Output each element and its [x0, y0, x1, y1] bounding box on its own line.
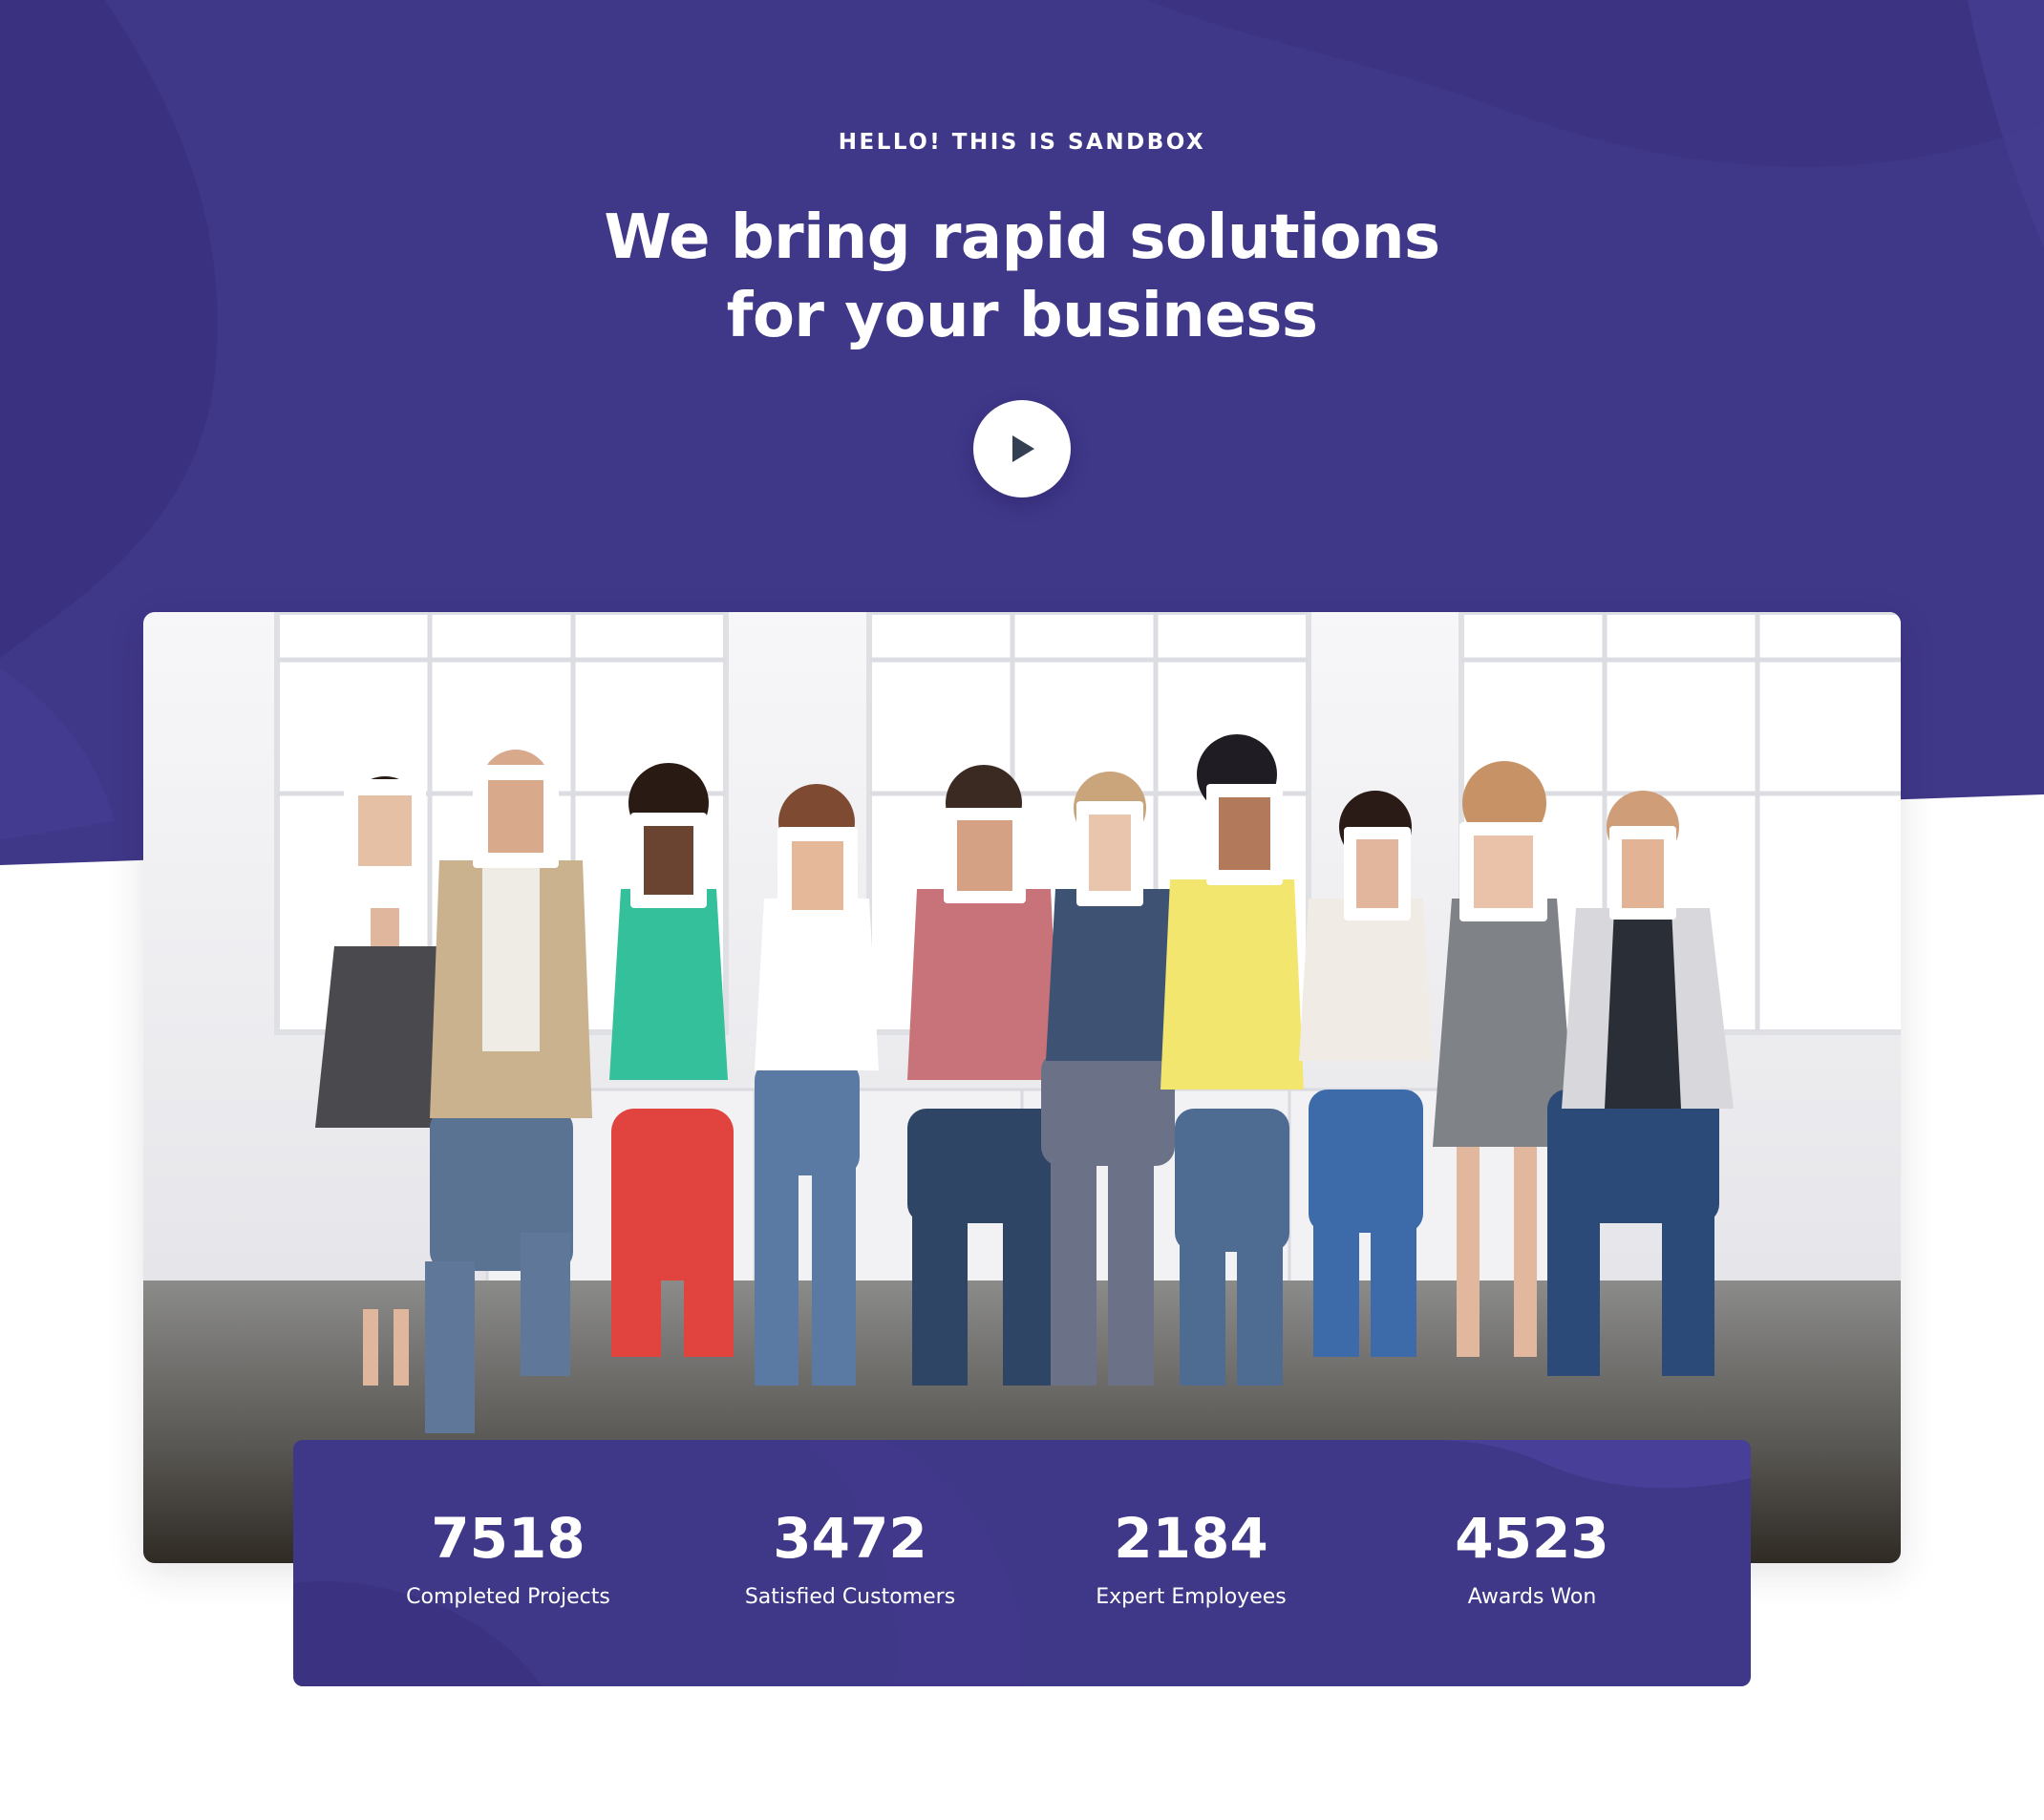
hero-eyebrow: HELLO! THIS IS SANDBOX [838, 130, 1206, 155]
team-photo [143, 612, 1901, 1563]
stat-value: 3472 [773, 1506, 927, 1571]
headline-line-1: We bring rapid solutions [604, 202, 1440, 273]
stat-value: 7518 [431, 1506, 586, 1571]
play-video-button[interactable] [973, 400, 1071, 497]
stat-label: Awards Won [1467, 1585, 1597, 1609]
stat-label: Completed Projects [406, 1585, 610, 1609]
team-photo-illustration [143, 612, 1901, 1563]
hero-headline: We bring rapid solutions for your busine… [449, 199, 1595, 355]
stat-value: 2184 [1114, 1506, 1268, 1571]
stat-value: 4523 [1455, 1506, 1609, 1571]
stat-label: Expert Employees [1096, 1585, 1287, 1609]
stats-panel: 7518 Completed Projects 3472 Satisfied C… [293, 1440, 1751, 1686]
play-icon [1012, 435, 1034, 462]
stat-label: Satisfied Customers [744, 1585, 956, 1609]
headline-line-2: for your business [726, 281, 1318, 351]
